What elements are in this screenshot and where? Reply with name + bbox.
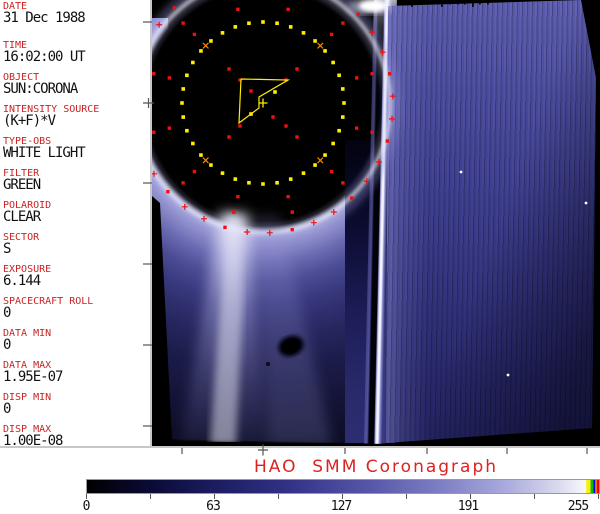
- colorbar-tick: [598, 494, 599, 499]
- metadata-field: DATA MIN0: [3, 329, 150, 352]
- metadata-field: DISP MIN0: [3, 393, 150, 416]
- metadata-field: TIME16:02:00 UT: [3, 41, 150, 64]
- field-value: WHITE LIGHT: [3, 147, 150, 160]
- coronagraph-image-area: [152, 0, 600, 447]
- field-label: DISP MIN: [3, 393, 150, 403]
- field-label: SPACECRAFT ROLL: [3, 297, 150, 307]
- plot-title: HAO SMM Coronagraph: [152, 457, 600, 477]
- field-label: SECTOR: [3, 233, 150, 243]
- metadata-field: SPACECRAFT ROLL0: [3, 297, 150, 320]
- field-value: CLEAR: [3, 211, 150, 224]
- metadata-field: EXPOSURE6.144: [3, 265, 150, 288]
- field-value: S: [3, 243, 150, 256]
- metadata-field: INTENSITY SOURCE(K+F)*V: [3, 105, 150, 128]
- metadata-field: DATA MAX1.95E-07: [3, 361, 150, 384]
- field-value: 0: [3, 307, 150, 320]
- metadata-sidebar: DATE31 Dec 1988 TIME16:02:00 UT OBJECTSUN:…: [0, 0, 150, 447]
- colorbar-tick: [278, 494, 279, 499]
- field-value: SUN:CORONA: [3, 83, 150, 96]
- smm-coronagraph-viewer: { "window": {"width": 600, "height": 512…: [0, 0, 600, 512]
- metadata-field: DISP MAX1.00E-08: [3, 425, 150, 448]
- field-value: (K+F)*V: [3, 115, 150, 128]
- field-label: DATA MIN: [3, 329, 150, 339]
- intensity-colorbar: [86, 479, 600, 494]
- metadata-field: DATE31 Dec 1988: [3, 2, 150, 25]
- field-value: 0: [3, 403, 150, 416]
- metadata-field: FILTERGREEN: [3, 169, 150, 192]
- plot-frame-bottom: [0, 446, 600, 448]
- right-image-panel: [380, 0, 600, 447]
- colorbar-tick: [534, 494, 535, 499]
- field-value: 16:02:00 UT: [3, 51, 150, 64]
- colorbar-tick: [406, 494, 407, 499]
- colorbar-tick: [150, 494, 151, 499]
- footer-strip: HAO SMM Coronagraph 063127191255: [0, 447, 600, 512]
- metadata-field: SECTORS: [3, 233, 150, 256]
- field-value: GREEN: [3, 179, 150, 192]
- metadata-field: POLAROIDCLEAR: [3, 201, 150, 224]
- metadata-field: TYPE-OBSWHITE LIGHT: [3, 137, 150, 160]
- field-value: 6.144: [3, 275, 150, 288]
- field-value: 1.95E-07: [3, 371, 150, 384]
- field-value: 0: [3, 339, 150, 352]
- plot-frame-left: [150, 0, 152, 447]
- metadata-field: OBJECTSUN:CORONA: [3, 73, 150, 96]
- field-value: 31 Dec 1988: [3, 12, 150, 25]
